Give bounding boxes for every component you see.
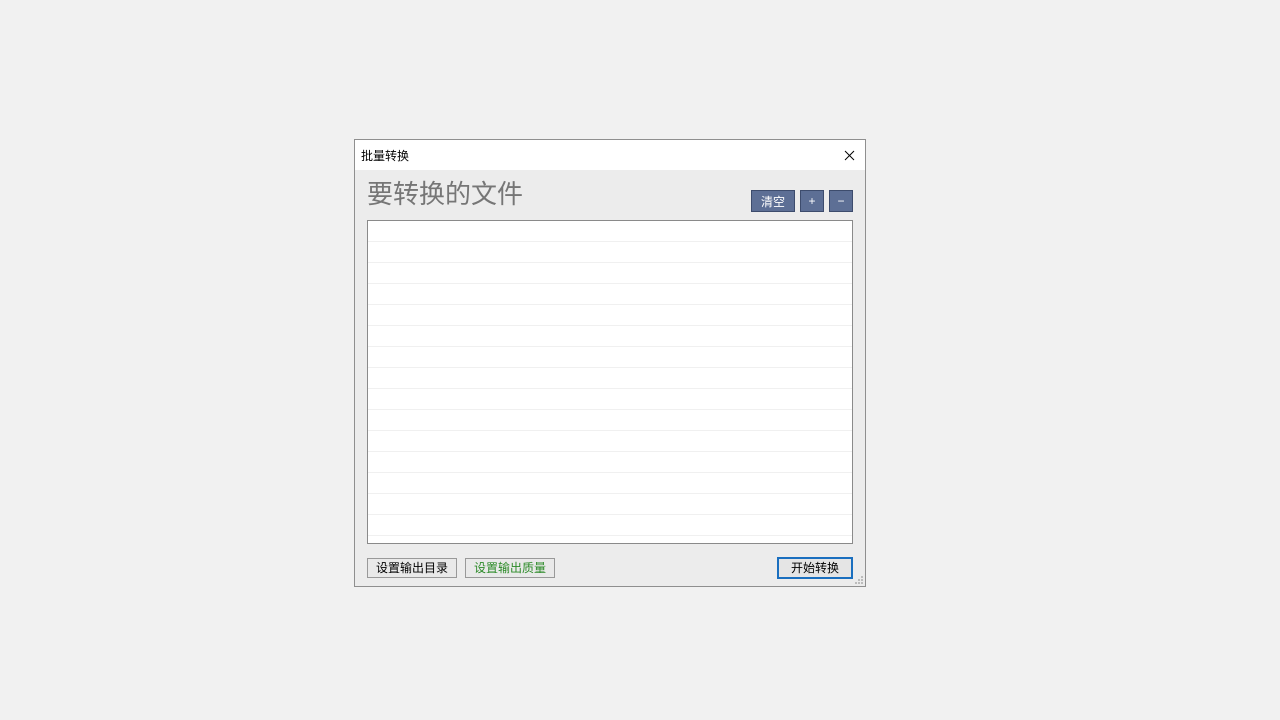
list-item[interactable]: [368, 305, 852, 326]
list-item[interactable]: [368, 389, 852, 410]
header-buttons: 清空 + −: [751, 190, 853, 212]
list-item[interactable]: [368, 221, 852, 242]
remove-button[interactable]: −: [829, 190, 853, 212]
footer-row: 设置输出目录 设置输出质量 开始转换: [367, 544, 853, 586]
dialog-title: 批量转换: [361, 147, 409, 164]
list-item[interactable]: [368, 473, 852, 494]
batch-convert-dialog: 批量转换 要转换的文件 清空 + −: [354, 139, 866, 587]
list-item[interactable]: [368, 494, 852, 515]
list-item[interactable]: [368, 242, 852, 263]
clear-button[interactable]: 清空: [751, 190, 795, 212]
set-output-dir-button[interactable]: 设置输出目录: [367, 558, 457, 578]
close-button[interactable]: [833, 140, 865, 170]
heading: 要转换的文件: [367, 181, 523, 207]
list-item[interactable]: [368, 326, 852, 347]
header-row: 要转换的文件 清空 + −: [367, 170, 853, 218]
list-item[interactable]: [368, 263, 852, 284]
footer-left: 设置输出目录 设置输出质量: [367, 558, 555, 578]
list-item[interactable]: [368, 431, 852, 452]
close-icon: [844, 150, 855, 161]
dialog-body: 要转换的文件 清空 + −: [355, 170, 865, 586]
list-item[interactable]: [368, 410, 852, 431]
list-item[interactable]: [368, 368, 852, 389]
add-button[interactable]: +: [800, 190, 824, 212]
list-item[interactable]: [368, 284, 852, 305]
start-convert-button[interactable]: 开始转换: [777, 557, 853, 579]
titlebar: 批量转换: [355, 140, 865, 170]
set-output-quality-button[interactable]: 设置输出质量: [465, 558, 555, 578]
list-item[interactable]: [368, 452, 852, 473]
list-item[interactable]: [368, 515, 852, 536]
list-item[interactable]: [368, 347, 852, 368]
file-list-inner: [368, 221, 852, 543]
file-list[interactable]: [367, 220, 853, 544]
